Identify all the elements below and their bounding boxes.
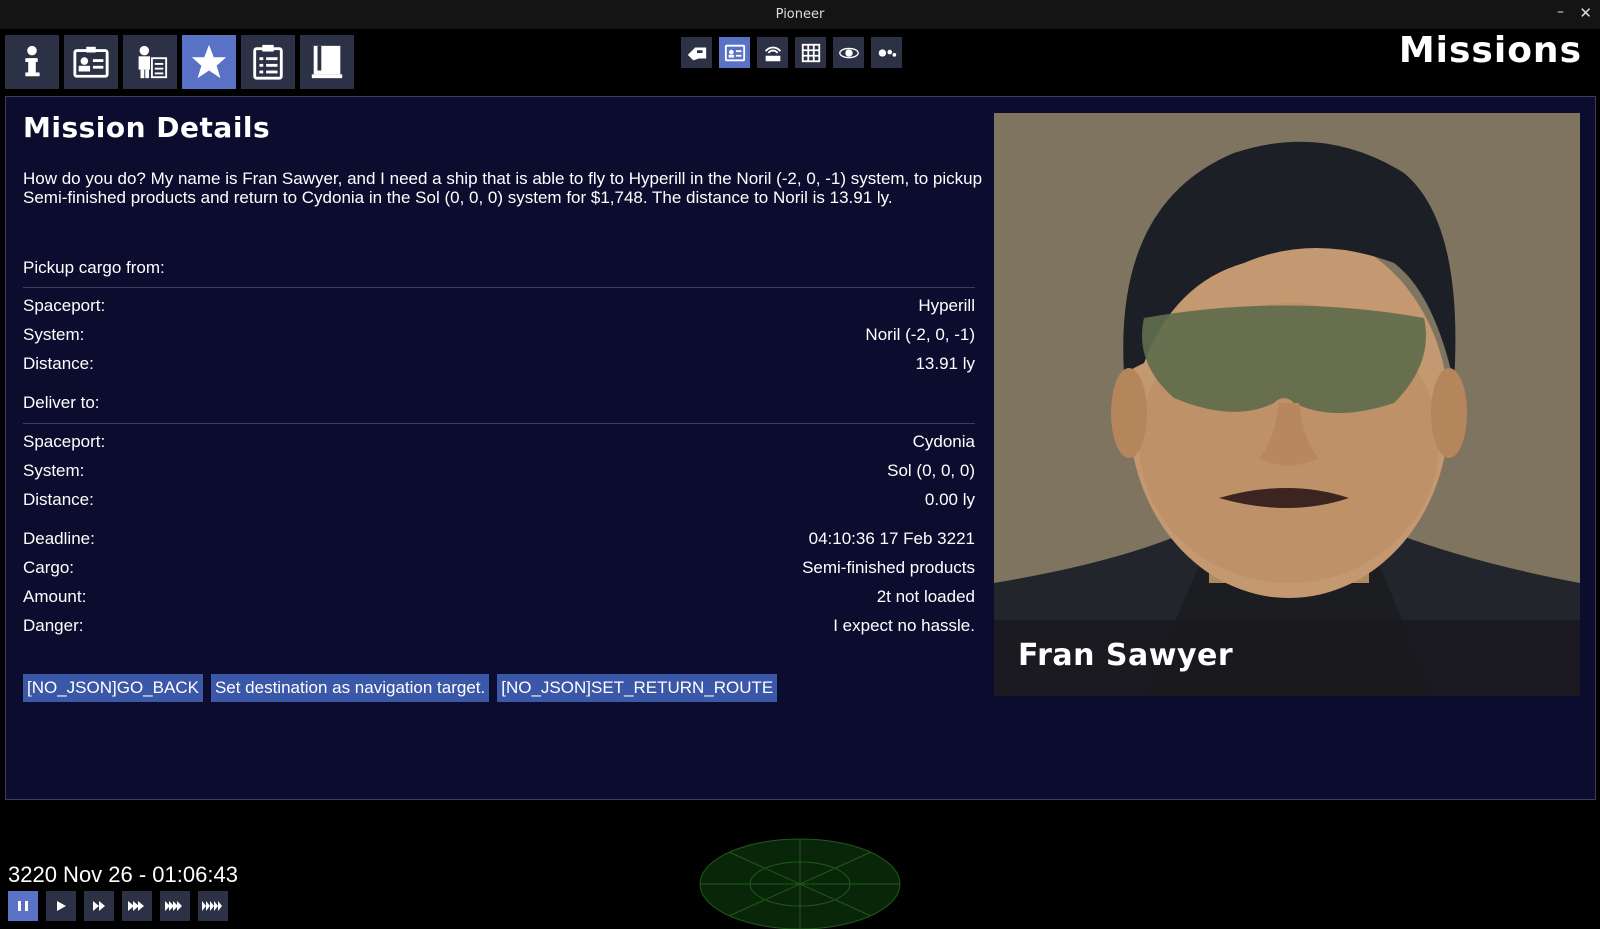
deliver-label: Deliver to:	[23, 393, 100, 412]
deliver-spaceport-row: Spaceport: Cydonia	[23, 432, 975, 454]
star-icon	[191, 44, 227, 79]
row-value: 0.00 ly	[924, 490, 975, 509]
row-key: Distance:	[23, 354, 94, 373]
divider	[23, 287, 975, 288]
tool-people[interactable]	[871, 37, 902, 68]
set-destination-button[interactable]: Set destination as navigation target.	[210, 674, 490, 702]
row-key: Spaceport:	[23, 296, 106, 315]
fast-forward-icon	[165, 901, 182, 911]
page-title: Mission Details	[23, 111, 271, 144]
tab-crew[interactable]	[123, 35, 177, 89]
world-view-toolbar	[681, 37, 902, 68]
deadline-row: Deadline: 04:10:36 17 Feb 3221	[23, 529, 975, 551]
pause-button[interactable]	[8, 891, 38, 921]
tool-sector-map[interactable]	[795, 37, 826, 68]
row-value: Cydonia	[912, 432, 975, 451]
cargo-row: Cargo: Semi-finished products	[23, 558, 975, 580]
fast-forward-icon	[93, 901, 105, 911]
crew-icon	[138, 45, 168, 79]
orbit-icon	[838, 47, 859, 58]
main-tabs	[5, 35, 354, 89]
view-title: Missions	[1398, 30, 1582, 71]
row-key: Danger:	[23, 616, 84, 635]
go-back-button[interactable]: [NO_JSON]GO_BACK	[23, 674, 203, 702]
row-value: Hyperill	[918, 296, 975, 315]
pause-icon	[18, 901, 28, 911]
play-icon	[57, 901, 66, 911]
divider	[23, 423, 975, 424]
client-portrait: Fran Sawyer	[994, 113, 1580, 696]
speed-4-button[interactable]	[160, 891, 190, 921]
row-key: Amount:	[23, 587, 87, 606]
tab-player-info[interactable]	[64, 35, 118, 89]
ship-icon	[687, 47, 706, 60]
row-value: Sol (0, 0, 0)	[887, 461, 975, 480]
tool-info[interactable]	[719, 37, 750, 68]
row-value: 13.91 ly	[915, 354, 975, 373]
row-key: System:	[23, 325, 85, 344]
grid-icon	[801, 43, 820, 62]
deliver-system-row: System: Sol (0, 0, 0)	[23, 461, 975, 483]
pickup-label: Pickup cargo from:	[23, 258, 165, 277]
radar-scanner	[699, 838, 901, 929]
speed-3-button[interactable]	[122, 891, 152, 921]
window-titlebar: Pioneer – ✕	[0, 0, 1600, 29]
tab-cargo[interactable]	[241, 35, 295, 89]
mission-actions: [NO_JSON]GO_BACK Set destination as navi…	[23, 674, 778, 702]
window-title: Pioneer	[775, 7, 825, 22]
speed-2-button[interactable]	[84, 891, 114, 921]
row-key: System:	[23, 461, 85, 480]
row-value: I expect no hassle.	[833, 616, 975, 635]
row-key: Distance:	[23, 490, 94, 509]
client-name-bar: Fran Sawyer	[994, 620, 1580, 696]
clipboard-icon	[253, 44, 283, 80]
tab-journal[interactable]	[300, 35, 354, 89]
game-date: 3220 Nov 26 - 01:06:43	[8, 862, 238, 887]
row-value: Noril (-2, 0, -1)	[865, 325, 975, 344]
row-value: Semi-finished products	[802, 558, 975, 577]
id-card-icon	[73, 46, 109, 78]
comms-icon	[764, 46, 781, 61]
set-return-route-button[interactable]: [NO_JSON]SET_RETURN_ROUTE	[497, 674, 778, 702]
play-button[interactable]	[46, 891, 76, 921]
pickup-distance-row: Distance: 13.91 ly	[23, 354, 975, 376]
fast-forward-icon	[128, 901, 144, 911]
amount-row: Amount: 2t not loaded	[23, 587, 975, 609]
client-name: Fran Sawyer	[1018, 638, 1234, 673]
pickup-spaceport-row: Spaceport: Hyperill	[23, 296, 975, 318]
fast-forward-icon	[202, 901, 222, 911]
deliver-distance-row: Distance: 0.00 ly	[23, 490, 975, 512]
tool-ship[interactable]	[681, 37, 712, 68]
mission-details-panel: Mission Details How do you do? My name i…	[5, 96, 1596, 800]
row-value: 2t not loaded	[876, 587, 975, 606]
row-value: 04:10:36 17 Feb 3221	[808, 529, 975, 548]
danger-row: Danger: I expect no hassle.	[23, 616, 975, 638]
row-key: Deadline:	[23, 529, 95, 548]
minimize-button[interactable]: –	[1557, 4, 1564, 20]
book-icon	[311, 45, 343, 79]
pickup-system-row: System: Noril (-2, 0, -1)	[23, 325, 975, 347]
time-acceleration-controls	[8, 891, 228, 921]
face-portrait	[994, 113, 1580, 696]
tool-comms[interactable]	[757, 37, 788, 68]
row-key: Spaceport:	[23, 432, 106, 451]
close-button[interactable]: ✕	[1579, 4, 1592, 22]
tab-missions[interactable]	[182, 35, 236, 89]
tab-info[interactable]	[5, 35, 59, 89]
row-key: Cargo:	[23, 558, 75, 577]
mission-description: How do you do? My name is Fran Sawyer, a…	[23, 169, 983, 207]
people-icon	[878, 48, 896, 57]
info-icon	[25, 45, 40, 77]
speed-5-button[interactable]	[198, 891, 228, 921]
id-card-icon	[724, 44, 745, 61]
tool-system-map[interactable]	[833, 37, 864, 68]
